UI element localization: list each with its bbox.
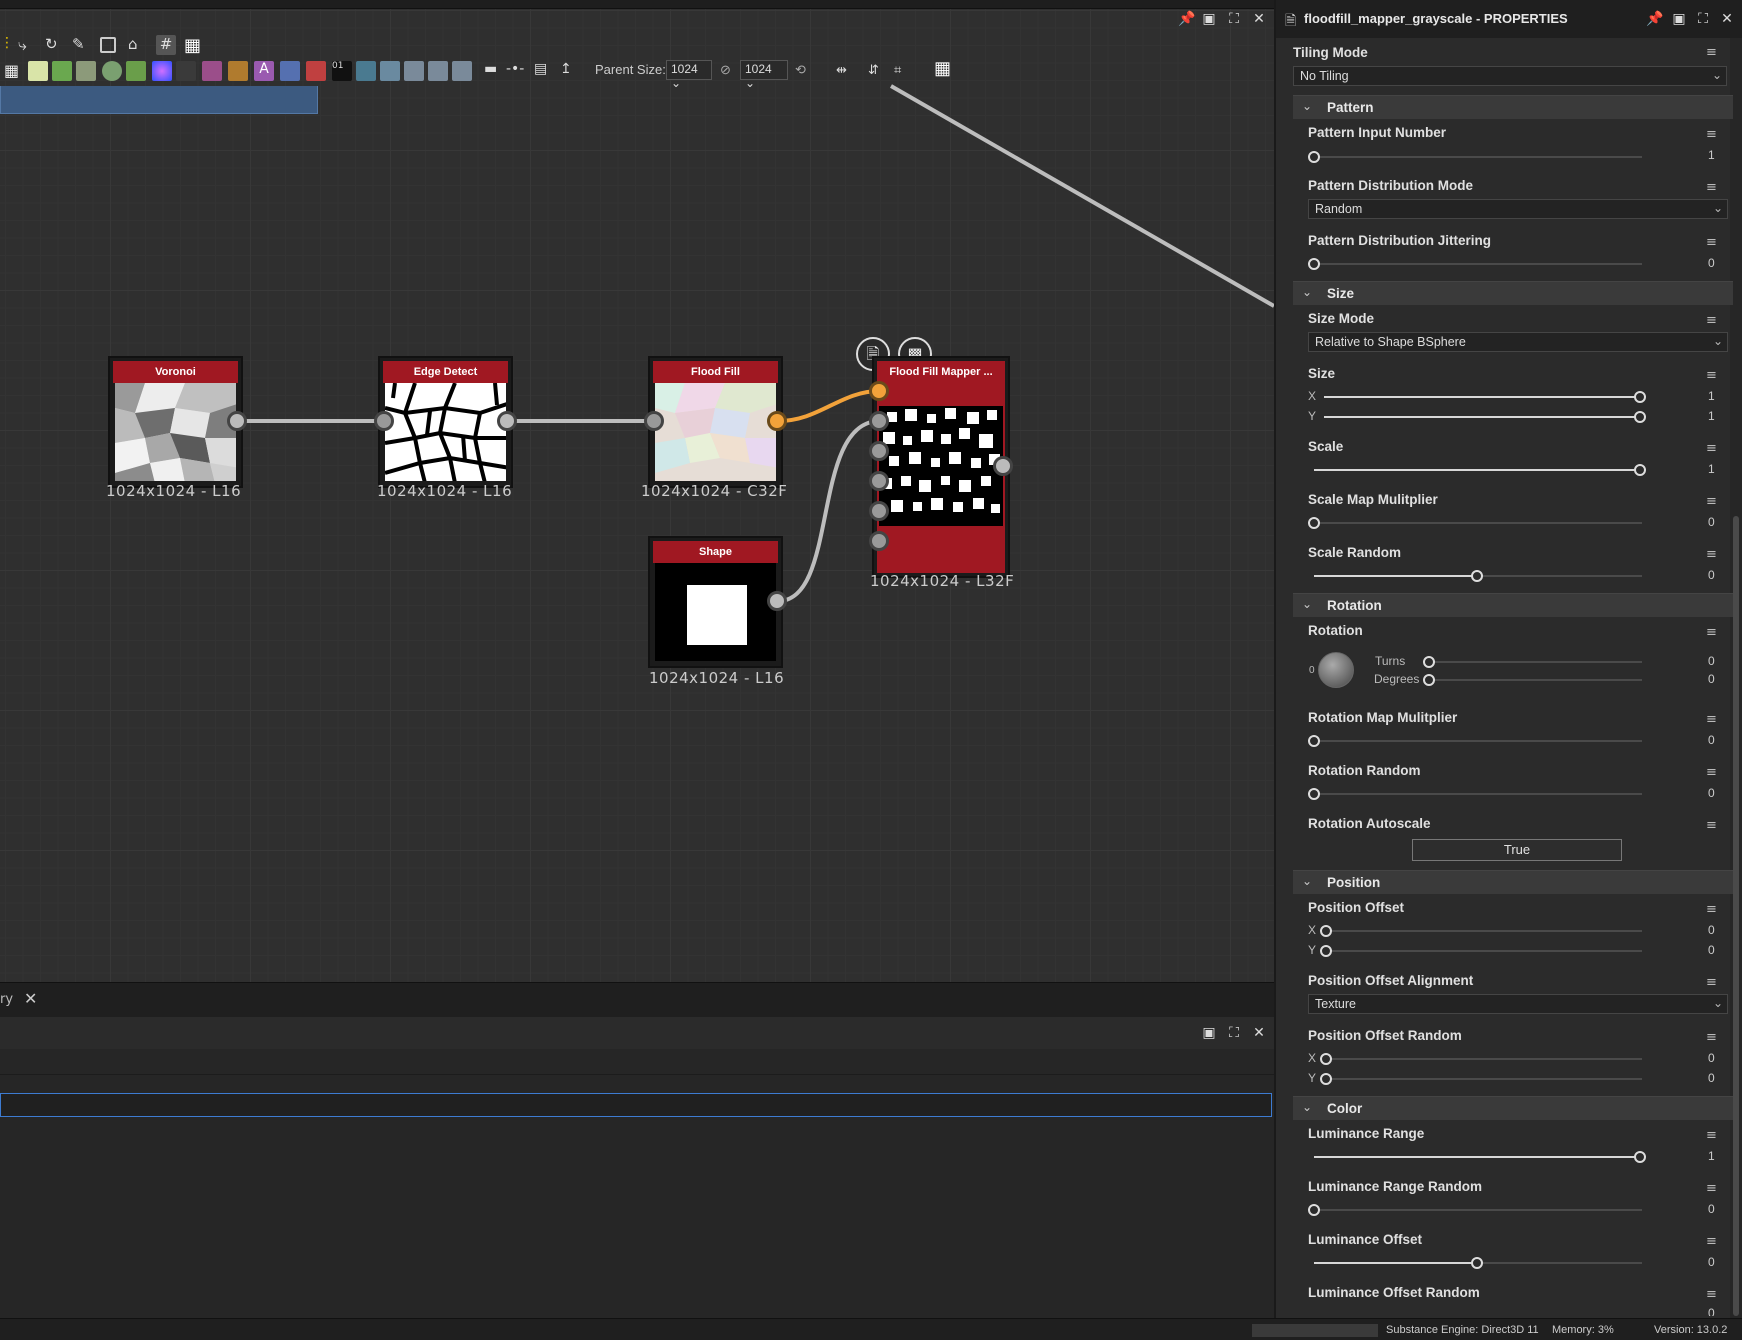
edge-detect-thumbnail (385, 383, 506, 481)
app-window: 📌 ▣ ⛶ ✕ ⋮ ⤷ ↻ ✎ ⌂ # ▦ ▦ A 01 ▬ -•- ▤ ↥ P… (0, 0, 1742, 1340)
node-info: 1024x1024 - L16 (649, 669, 785, 687)
voronoi-thumbnail (115, 383, 236, 481)
node-flood-fill-mapper[interactable]: Flood Fill Mapper ... (872, 356, 1010, 578)
voronoi-output-port[interactable] (227, 411, 247, 431)
edge-input-port[interactable] (374, 411, 394, 431)
properties-scrollbar[interactable] (1730, 38, 1742, 1318)
maximize-icon[interactable]: ⛶ (1694, 10, 1712, 28)
properties-title-bar: 🗎 floodfill_mapper_grayscale - PROPERTIE… (1276, 0, 1742, 38)
bottom-panel: ry ✕ ▣ ⛶ ✕ (0, 982, 1274, 1318)
node-voronoi[interactable]: Voronoi (108, 356, 243, 488)
memory-status: Memory: 3% (1552, 1324, 1614, 1336)
maximize-icon[interactable]: ⛶ (1225, 1024, 1243, 1042)
node-info: 1024x1024 - L16 (377, 482, 513, 500)
close-icon[interactable]: ✕ (1250, 1024, 1268, 1042)
node-info: 1024x1024 - L32F (870, 572, 1015, 590)
mapper-input-3-port[interactable] (869, 441, 889, 461)
close-icon[interactable]: ✕ (1718, 10, 1736, 28)
bottom-search-input[interactable] (0, 1093, 1272, 1117)
shape-thumbnail (655, 563, 776, 661)
node-edge-detect[interactable]: Edge Detect (378, 356, 513, 488)
bottom-toolbar: ▣ ⛶ ✕ (0, 1017, 1274, 1049)
node-title: Flood Fill Mapper ... (877, 361, 1005, 383)
document-icon: 🗎 (1285, 13, 1297, 29)
edge-output-port[interactable] (497, 411, 517, 431)
restore-icon[interactable]: ▣ (1670, 10, 1688, 28)
node-title: Voronoi (113, 361, 238, 383)
wire-flood-mapper (777, 389, 881, 423)
bottom-tab-label[interactable]: ry (0, 992, 13, 1007)
pin-icon[interactable]: 📌 (1646, 10, 1664, 28)
mapper-input-4-port[interactable] (869, 471, 889, 491)
properties-panel: 🗎 floodfill_mapper_grayscale - PROPERTIE… (1274, 0, 1742, 1318)
shape-output-port[interactable] (767, 591, 787, 611)
wire-offscreen (890, 84, 1274, 308)
engine-status: Substance Engine: Direct3D 11 (1386, 1324, 1539, 1336)
node-info: 1024x1024 - C32F (641, 482, 788, 500)
mapper-input-6-port[interactable] (869, 531, 889, 551)
bottom-header-row (0, 1049, 1274, 1075)
tab-close-icon[interactable]: ✕ (24, 989, 37, 1008)
node-title: Shape (653, 541, 778, 563)
mapper-output-port[interactable] (993, 456, 1013, 476)
version-status: Version: 13.0.2 (1654, 1324, 1728, 1336)
node-flood-fill[interactable]: Flood Fill (648, 356, 783, 488)
mapper-input-5-port[interactable] (869, 501, 889, 521)
graph-canvas[interactable]: 📌 ▣ ⛶ ✕ ⋮ ⤷ ↻ ✎ ⌂ # ▦ ▦ A 01 ▬ -•- ▤ ↥ P… (0, 0, 1274, 982)
wire-shape-mapper (777, 419, 881, 603)
node-title: Flood Fill (653, 361, 778, 383)
mapper-input-1-port[interactable] (869, 381, 889, 401)
mapper-thumbnail (879, 406, 1003, 526)
node-shape[interactable]: Shape (648, 536, 783, 668)
node-info: 1024x1024 - L16 (106, 482, 242, 500)
flood-input-port[interactable] (644, 411, 664, 431)
flood-output-port[interactable] (767, 411, 787, 431)
bottom-tab-bar: ry ✕ (0, 983, 1274, 1017)
flood-fill-thumbnail (655, 383, 776, 481)
status-bar: Substance Engine: Direct3D 11 Memory: 3%… (0, 1318, 1742, 1340)
progress-bar (1252, 1324, 1378, 1337)
node-title: Edge Detect (383, 361, 508, 383)
restore-icon[interactable]: ▣ (1200, 1024, 1218, 1042)
properties-title: floodfill_mapper_grayscale - PROPERTIES (1304, 11, 1568, 26)
mapper-input-2-port[interactable] (869, 411, 889, 431)
